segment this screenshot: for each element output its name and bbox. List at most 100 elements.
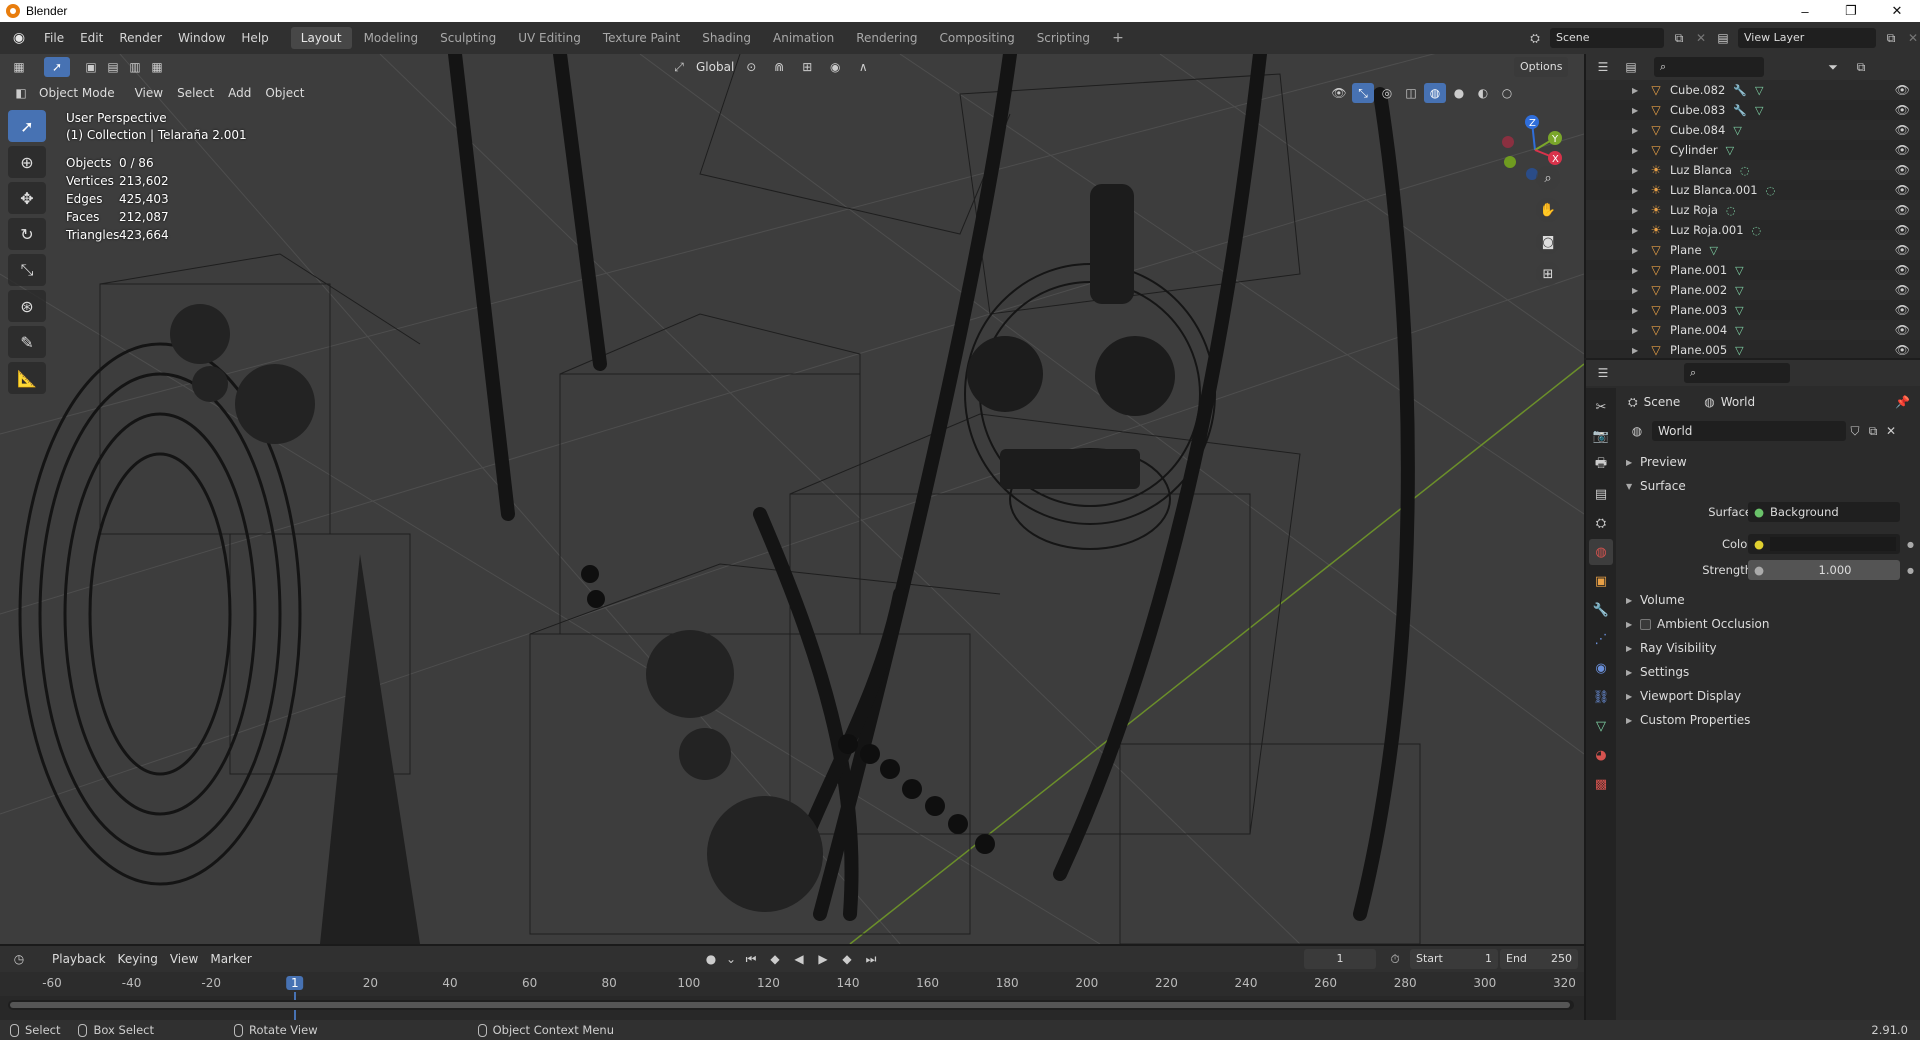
- rotate-tool-icon[interactable]: ↻: [8, 218, 46, 250]
- 3d-viewport[interactable]: ▦ ➚ ▣ ▤ ▥ ▦ ⤢ Global ⊙ ⋒ ⊞ ◉ ∧ Options ◧…: [0, 54, 1584, 944]
- blender-menu-icon[interactable]: ◉: [8, 27, 30, 49]
- overlays-icon[interactable]: ◎: [1376, 83, 1398, 103]
- camera-view-icon[interactable]: ◙: [1536, 230, 1560, 254]
- outliner-row[interactable]: ▶ ☀ Luz Blanca ◌ 👁: [1586, 160, 1920, 180]
- eye-icon[interactable]: 👁: [1895, 243, 1910, 257]
- tool-tab-icon[interactable]: ✂: [1589, 394, 1613, 420]
- render-tab-icon[interactable]: 📷: [1589, 423, 1613, 449]
- outliner-row[interactable]: ▶ ▽ Plane.005 ▽ 👁: [1586, 340, 1920, 360]
- jump-next-keyframe-icon[interactable]: ◆: [836, 949, 858, 969]
- eye-icon[interactable]: 👁: [1895, 323, 1910, 337]
- tab-compositing[interactable]: Compositing: [929, 27, 1024, 49]
- material-shading-icon[interactable]: ◐: [1472, 83, 1494, 103]
- view-layer-selector[interactable]: View Layer: [1738, 28, 1876, 48]
- outliner-row[interactable]: ▶ ☀ Luz Blanca.001 ◌ 👁: [1586, 180, 1920, 200]
- play-reverse-icon[interactable]: ◀: [788, 949, 810, 969]
- tab-uv-editing[interactable]: UV Editing: [508, 27, 591, 49]
- outliner-row[interactable]: ▶ ▽ Cylinder ▽ 👁: [1586, 140, 1920, 160]
- section-preview[interactable]: ▶ Preview: [1618, 450, 1920, 474]
- keyframe-dot-icon[interactable]: ●: [1907, 566, 1914, 575]
- transform-tool-icon[interactable]: ⊛: [8, 290, 46, 322]
- timeline-menu-view[interactable]: View: [164, 952, 204, 966]
- new-view-layer-icon[interactable]: ⧉: [1880, 28, 1902, 48]
- outliner-row[interactable]: ▶ ▽ Cube.084 ▽ 👁: [1586, 120, 1920, 140]
- eye-icon[interactable]: 👁: [1895, 223, 1910, 237]
- gizmo-toggle-icon[interactable]: ⤡: [1352, 83, 1374, 103]
- select-mode-subtract-icon[interactable]: ▥: [124, 57, 146, 77]
- maximize-button[interactable]: ❐: [1828, 0, 1874, 22]
- pivot-point-icon[interactable]: ⊙: [740, 57, 762, 77]
- start-frame-field[interactable]: Start 1: [1410, 949, 1498, 969]
- fake-user-icon[interactable]: ⛉: [1846, 421, 1864, 441]
- tab-modeling[interactable]: Modeling: [354, 27, 429, 49]
- view-layer-tab-icon[interactable]: ▤: [1589, 481, 1613, 507]
- outliner-row[interactable]: ▶ ▽ Cube.082 🔧 ▽ 👁: [1586, 80, 1920, 100]
- eye-icon[interactable]: 👁: [1895, 263, 1910, 277]
- solid-shading-icon[interactable]: ●: [1448, 83, 1470, 103]
- select-mode-extend-icon[interactable]: ▤: [102, 57, 124, 77]
- frame-ruler[interactable]: -60 -40 -20 1 20 40 60 80 100 120 140 160 180 200 220 2…: [0, 972, 1584, 1022]
- timeline-menu-keying[interactable]: Keying: [112, 952, 164, 966]
- close-window-button[interactable]: ✕: [1874, 0, 1920, 22]
- eye-icon[interactable]: 👁: [1895, 83, 1910, 97]
- ambient-occlusion-checkbox[interactable]: [1640, 618, 1651, 630]
- constraints-tab-icon[interactable]: ⛓: [1589, 684, 1613, 710]
- tab-layout[interactable]: Layout: [290, 27, 352, 49]
- display-mode-icon[interactable]: ▤: [1620, 57, 1642, 77]
- strength-field[interactable]: ● 1.000: [1748, 560, 1900, 580]
- filter-icon[interactable]: ⏷: [1822, 57, 1844, 77]
- pan-hand-icon[interactable]: ✋: [1536, 198, 1560, 222]
- editor-type-icon[interactable]: ▦: [8, 57, 30, 77]
- menu-help[interactable]: Help: [233, 22, 276, 54]
- timeline-scroll-thumb[interactable]: [10, 1002, 1570, 1008]
- scene-tab-icon[interactable]: ⛭: [1589, 510, 1613, 536]
- eye-icon[interactable]: 👁: [1895, 163, 1910, 177]
- tab-animation[interactable]: Animation: [763, 27, 844, 49]
- keyframe-dot-icon[interactable]: ●: [1907, 540, 1914, 549]
- outliner-row[interactable]: ▶ ▽ Cube.083 🔧 ▽ 👁: [1586, 100, 1920, 120]
- snap-target-icon[interactable]: ⊞: [796, 57, 818, 77]
- wireframe-shading-icon[interactable]: ◍: [1424, 83, 1446, 103]
- modifier-tab-icon[interactable]: 🔧: [1589, 597, 1613, 623]
- eye-icon[interactable]: 👁: [1895, 203, 1910, 217]
- select-mode-intersect-icon[interactable]: ▦: [146, 57, 168, 77]
- current-frame-field[interactable]: 1: [1304, 949, 1376, 969]
- eye-icon[interactable]: 👁: [1895, 103, 1910, 117]
- viewport-menu-select[interactable]: Select: [170, 86, 221, 100]
- color-field[interactable]: ●: [1748, 534, 1900, 554]
- rendered-shading-icon[interactable]: ○: [1496, 83, 1518, 103]
- delete-scene-icon[interactable]: ✕: [1694, 28, 1708, 48]
- section-ray-visibility[interactable]: ▶ Ray Visibility: [1618, 636, 1920, 660]
- outliner-row[interactable]: ▶ ▽ Plane.004 ▽ 👁: [1586, 320, 1920, 340]
- proportional-edit-icon[interactable]: ◉: [824, 57, 846, 77]
- timeline-menu-playback[interactable]: Playback: [46, 952, 112, 966]
- new-collection-icon[interactable]: ⧉: [1850, 57, 1872, 77]
- outliner-row[interactable]: ▶ ▽ Plane ▽ 👁: [1586, 240, 1920, 260]
- section-volume[interactable]: ▶ Volume: [1618, 588, 1920, 612]
- cursor-tool-icon[interactable]: ⊕: [8, 146, 46, 178]
- visibility-icon[interactable]: 👁: [1328, 83, 1350, 103]
- minimize-button[interactable]: –: [1782, 0, 1828, 22]
- transform-orientation-icon[interactable]: ⤢: [668, 57, 690, 77]
- viewport-menu-add[interactable]: Add: [221, 86, 258, 100]
- tab-texture-paint[interactable]: Texture Paint: [593, 27, 690, 49]
- section-settings[interactable]: ▶ Settings: [1618, 660, 1920, 684]
- physics-tab-icon[interactable]: ◉: [1589, 655, 1613, 681]
- outliner-row[interactable]: ▶ ▽ Plane.001 ▽ 👁: [1586, 260, 1920, 280]
- viewport-menu-view[interactable]: View: [128, 86, 170, 100]
- properties-editor-type-icon[interactable]: ☰: [1592, 363, 1614, 383]
- timeline-editor-type-icon[interactable]: ◷: [8, 949, 30, 969]
- eye-icon[interactable]: 👁: [1895, 123, 1910, 137]
- new-scene-icon[interactable]: ⧉: [1668, 28, 1690, 48]
- zoom-icon[interactable]: ⌕: [1536, 166, 1560, 190]
- menu-window[interactable]: Window: [170, 22, 233, 54]
- eye-icon[interactable]: 👁: [1895, 343, 1910, 357]
- menu-render[interactable]: Render: [111, 22, 170, 54]
- material-tab-icon[interactable]: ◕: [1589, 742, 1613, 768]
- delete-view-layer-icon[interactable]: ✕: [1906, 28, 1920, 48]
- jump-prev-keyframe-icon[interactable]: ◆: [764, 949, 786, 969]
- section-custom-properties[interactable]: ▶ Custom Properties: [1618, 708, 1920, 732]
- eye-icon[interactable]: 👁: [1895, 283, 1910, 297]
- play-icon[interactable]: ▶: [812, 949, 834, 969]
- add-workspace-button[interactable]: +: [1102, 27, 1134, 49]
